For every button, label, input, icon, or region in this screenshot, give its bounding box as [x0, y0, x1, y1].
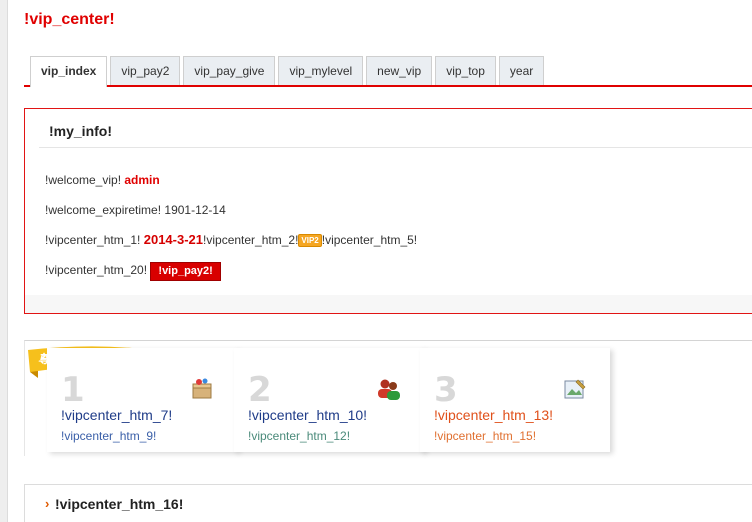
- vip-pay2-button[interactable]: !vip_pay2!: [150, 262, 221, 281]
- tab-year[interactable]: year: [498, 56, 545, 86]
- htm2-label: !vipcenter_htm_2!: [203, 233, 299, 247]
- privilege-card-2[interactable]: 2 !vipcenter_htm_10! !vipcenter_htm_12!: [234, 348, 424, 452]
- tab-vip-top[interactable]: vip_top: [435, 56, 496, 86]
- edit-picture-icon: [564, 379, 586, 399]
- vip-date: 2014-3-21: [143, 232, 204, 247]
- card-subtitle: !vipcenter_htm_12!: [248, 429, 351, 443]
- card-number: 1: [61, 370, 85, 410]
- vip-status-row: !vipcenter_htm_1! 2014-3-21!vipcenter_ht…: [45, 232, 417, 247]
- card-subtitle: !vipcenter_htm_15!: [434, 429, 537, 443]
- card-title: !vipcenter_htm_13!: [434, 407, 554, 423]
- info-title: !my_info!: [49, 123, 112, 139]
- tab-vip-pay-give[interactable]: vip_pay_give: [183, 56, 276, 86]
- pay-row: !vipcenter_htm_20! !vip_pay2!: [45, 262, 221, 281]
- tab-bar: vip_index vip_pay2 vip_pay_give vip_myle…: [30, 56, 547, 87]
- gift-box-icon: [192, 378, 212, 399]
- expire-value: 1901-12-14: [164, 203, 226, 217]
- welcome-label: !welcome_vip!: [45, 173, 122, 187]
- tab-underline: [24, 85, 752, 87]
- page-title: !vip_center!: [24, 11, 115, 28]
- left-scroll-gutter: [0, 0, 8, 522]
- htm5-label: !vipcenter_htm_5!: [321, 233, 418, 247]
- tab-new-vip[interactable]: new_vip: [366, 56, 433, 86]
- tab-vip-mylevel[interactable]: vip_mylevel: [278, 56, 364, 86]
- expire-row: !welcome_expiretime! 1901-12-14: [45, 203, 226, 217]
- htm1-label: !vipcenter_htm_1!: [45, 233, 141, 247]
- privilege-card-3[interactable]: 3 !vipcenter_htm_13! !vipcenter_htm_15!: [420, 348, 610, 452]
- card-title: !vipcenter_htm_7!: [61, 407, 173, 423]
- info-divider: [39, 147, 752, 148]
- username: admin: [124, 173, 160, 187]
- htm20-label: !vipcenter_htm_20!: [45, 263, 148, 277]
- expire-label: !welcome_expiretime!: [45, 203, 162, 217]
- tab-vip-pay2[interactable]: vip_pay2: [110, 56, 181, 86]
- users-icon: [378, 379, 400, 400]
- card-number: 3: [434, 370, 458, 410]
- privilege-card-1[interactable]: 1 !vipcenter_htm_7! !vipcenter_htm_9!: [47, 348, 237, 452]
- welcome-row: !welcome_vip! admin: [45, 173, 160, 187]
- vip-level-badge: VIP2: [298, 234, 322, 247]
- card-number: 2: [248, 370, 272, 410]
- chevron-right-icon: ›: [45, 496, 50, 511]
- section-16-label: !vipcenter_htm_16!: [55, 496, 184, 512]
- tab-vip-index[interactable]: vip_index: [30, 56, 108, 87]
- my-info-panel: !my_info! !welcome_vip! admin !welcome_e…: [24, 108, 752, 314]
- card-title: !vipcenter_htm_10!: [248, 407, 368, 423]
- section-16-header[interactable]: › !vipcenter_htm_16!: [24, 484, 752, 522]
- panel-footer-shade: [25, 295, 752, 313]
- card-subtitle: !vipcenter_htm_9!: [61, 429, 157, 443]
